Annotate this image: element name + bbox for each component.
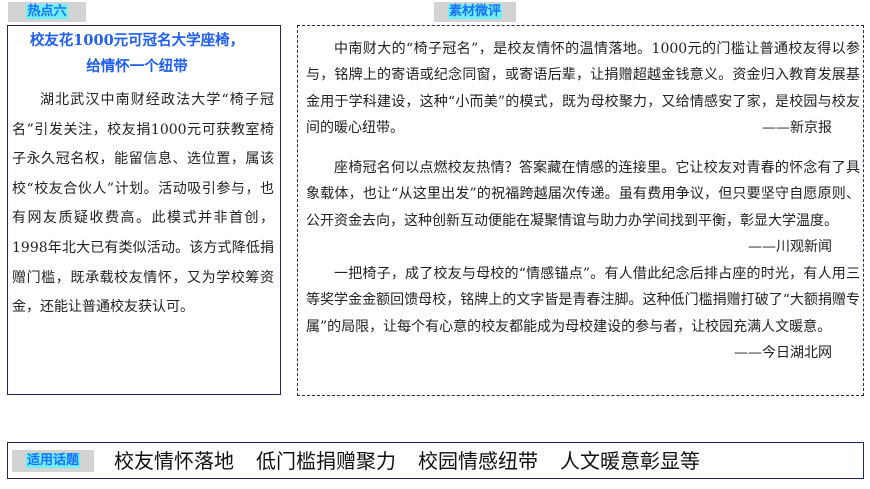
commentary-source: ——新京报 [762, 119, 832, 136]
topics-tag-label: 适用话题 [25, 453, 80, 468]
topic-item: 低门槛捐赠聚力 [256, 449, 396, 473]
news-title-line-2: 给情怀一个纽带 [86, 58, 188, 75]
news-body: 湖北武汉中南财经政法大学“椅子冠名”引发关注，校友捐1000元可获教室椅子永久冠… [12, 92, 274, 316]
commentary-text: 座椅冠名何以点燃校友热情？答案藏在情感的连接里。它让校友对青春的怀念有了具象载体… [306, 160, 860, 229]
topics-tag: 适用话题 [12, 450, 94, 472]
topics-list: 校友情怀落地 低门槛捐赠聚力 校园情感纽带 人文暖意彰显等 [114, 446, 722, 476]
hotspot-tag: 热点六 [8, 2, 86, 22]
commentary-paragraph: 座椅冠名何以点燃校友热情？答案藏在情感的连接里。它让校友对青春的怀念有了具象载体… [306, 155, 860, 260]
topic-item: 人文暖意彰显等 [560, 449, 700, 473]
commentary-source: ——今日湖北网 [734, 344, 832, 361]
news-title: 校友花1000元可冠名大学座椅， 给情怀一个纽带 [12, 28, 262, 80]
commentary-tag: 素材微评 [434, 2, 516, 22]
topic-item: 校友情怀落地 [114, 449, 234, 473]
commentary-tag-label: 素材微评 [447, 4, 502, 19]
topic-item: 校园情感纽带 [418, 449, 538, 473]
commentary-paragraph: 一把椅子，成了校友与母校的“情感锚点”。有人借此纪念后排占座的时光，有人用三等奖… [306, 261, 860, 366]
commentary-text: 一把椅子，成了校友与母校的“情感锚点”。有人借此纪念后排占座的时光，有人用三等奖… [306, 266, 860, 335]
commentary-paragraph: 中南财大的“椅子冠名”，是校友情怀的温情落地。1000元的门槛让普通校友得以参与… [306, 36, 860, 141]
hotspot-tag-label: 热点六 [26, 4, 68, 19]
commentary-source: ——川观新闻 [748, 238, 832, 255]
news-title-line-1: 校友花1000元可冠名大学座椅， [29, 32, 245, 49]
